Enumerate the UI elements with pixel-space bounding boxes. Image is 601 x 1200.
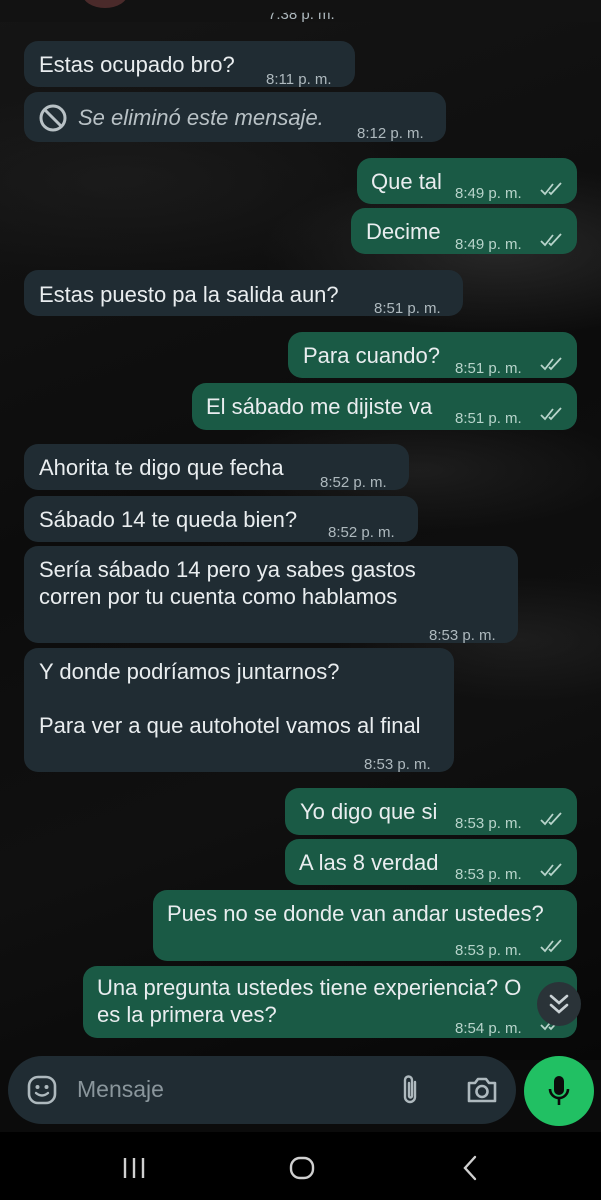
blocked-icon [39,104,67,132]
message-text: Pues no se donde van andar ustedes? [167,901,544,926]
message-time: 8:53 p. m. [455,815,522,832]
read-ticks-icon [540,357,562,371]
message-text: El sábado me dijiste va [206,394,433,419]
message-time: 8:54 p. m. [455,1020,522,1037]
back-icon[interactable] [459,1154,481,1182]
message-text: Se eliminó este mensaje. [78,105,324,130]
message-text: Sería sábado 14 pero ya sabes gastos cor… [39,557,416,609]
message-text: Decime [366,219,441,244]
attach-icon[interactable] [399,1073,421,1107]
message-time: 8:53 p. m. [455,866,522,883]
read-ticks-icon [540,939,562,953]
message-bubble-incoming[interactable]: Estas ocupado bro? 8:11 p. m. [24,41,355,88]
message-text: Sábado 14 te queda bien? [39,507,298,532]
message-time: 8:11 p. m. [266,71,332,88]
read-ticks-icon [540,812,562,826]
voice-message-button[interactable] [524,1056,594,1126]
message-text: Para cuando? [303,343,440,368]
double-chevron-down-icon [549,994,569,1014]
message-bubble-outgoing[interactable]: A las 8 verdad 8:53 p. m. [285,839,577,885]
recent-apps-icon[interactable] [121,1156,147,1180]
message-bubble-outgoing[interactable]: Que tal 8:49 p. m. [357,158,577,204]
message-text: Ahorita te digo que fecha [39,455,284,480]
camera-icon[interactable] [465,1076,499,1104]
message-time: 8:12 p. m. [357,125,424,142]
message-text: Yo digo que si [300,799,438,824]
message-text: Que tal [371,169,442,194]
message-time: 8:53 p. m. [429,627,496,644]
message-time: 8:51 p. m. [455,360,522,377]
message-bubble-outgoing[interactable]: Para cuando? 8:51 p. m. [288,332,577,378]
message-text: Estas ocupado bro? [39,52,235,77]
home-icon[interactable] [288,1154,316,1182]
message-time: 8:49 p. m. [455,236,522,253]
message-time: 8:52 p. m. [328,524,395,541]
top-bar: 7:38 p. m. [0,0,601,23]
message-time: 8:51 p. m. [455,410,522,427]
mic-icon [548,1076,570,1105]
message-bubble-outgoing[interactable]: Una pregunta ustedes tiene experiencia? … [83,966,577,1038]
read-ticks-icon [540,182,562,196]
message-bubble-outgoing[interactable]: Pues no se donde van andar ustedes? 8:53… [153,890,577,961]
message-bubble-incoming[interactable]: Ahorita te digo que fecha 8:52 p. m. [24,444,409,491]
message-bubble-deleted[interactable]: Se eliminó este mensaje. 8:12 p. m. [24,92,446,142]
previous-message-time: 7:38 p. m. [268,6,335,23]
read-ticks-icon [540,863,562,877]
system-navigation-bar [0,1132,601,1200]
message-bubble-incoming[interactable]: Y donde podríamos juntarnos? Para ver a … [24,648,454,773]
message-time: 8:49 p. m. [455,185,522,202]
message-time: 8:53 p. m. [455,942,522,959]
message-bubble-incoming[interactable]: Estas puesto pa la salida aun? 8:51 p. m… [24,270,463,317]
scroll-to-bottom-button[interactable] [537,982,581,1026]
message-bubble-incoming[interactable]: Sábado 14 te queda bien? 8:52 p. m. [24,496,418,542]
message-input[interactable]: Mensaje [77,1076,164,1103]
message-bubble-incoming[interactable]: Sería sábado 14 pero ya sabes gastos cor… [24,546,518,644]
avatar[interactable] [82,0,128,8]
message-bubble-outgoing[interactable]: Decime 8:49 p. m. [351,208,577,254]
message-text: Estas puesto pa la salida aun? [39,282,339,307]
message-text: A las 8 verdad [299,850,439,875]
emoji-icon[interactable] [26,1074,58,1106]
read-ticks-icon [540,233,562,247]
message-text: Y donde podríamos juntarnos? Para ver a … [39,659,421,738]
message-composer[interactable]: Mensaje [8,1056,516,1124]
message-bubble-outgoing[interactable]: El sábado me dijiste va 8:51 p. m. [192,383,577,430]
read-ticks-icon [540,407,562,421]
message-bubble-outgoing[interactable]: Yo digo que si 8:53 p. m. [285,788,577,835]
message-time: 8:53 p. m. [364,756,431,773]
message-time: 8:51 p. m. [374,300,441,317]
message-time: 8:52 p. m. [320,474,387,491]
